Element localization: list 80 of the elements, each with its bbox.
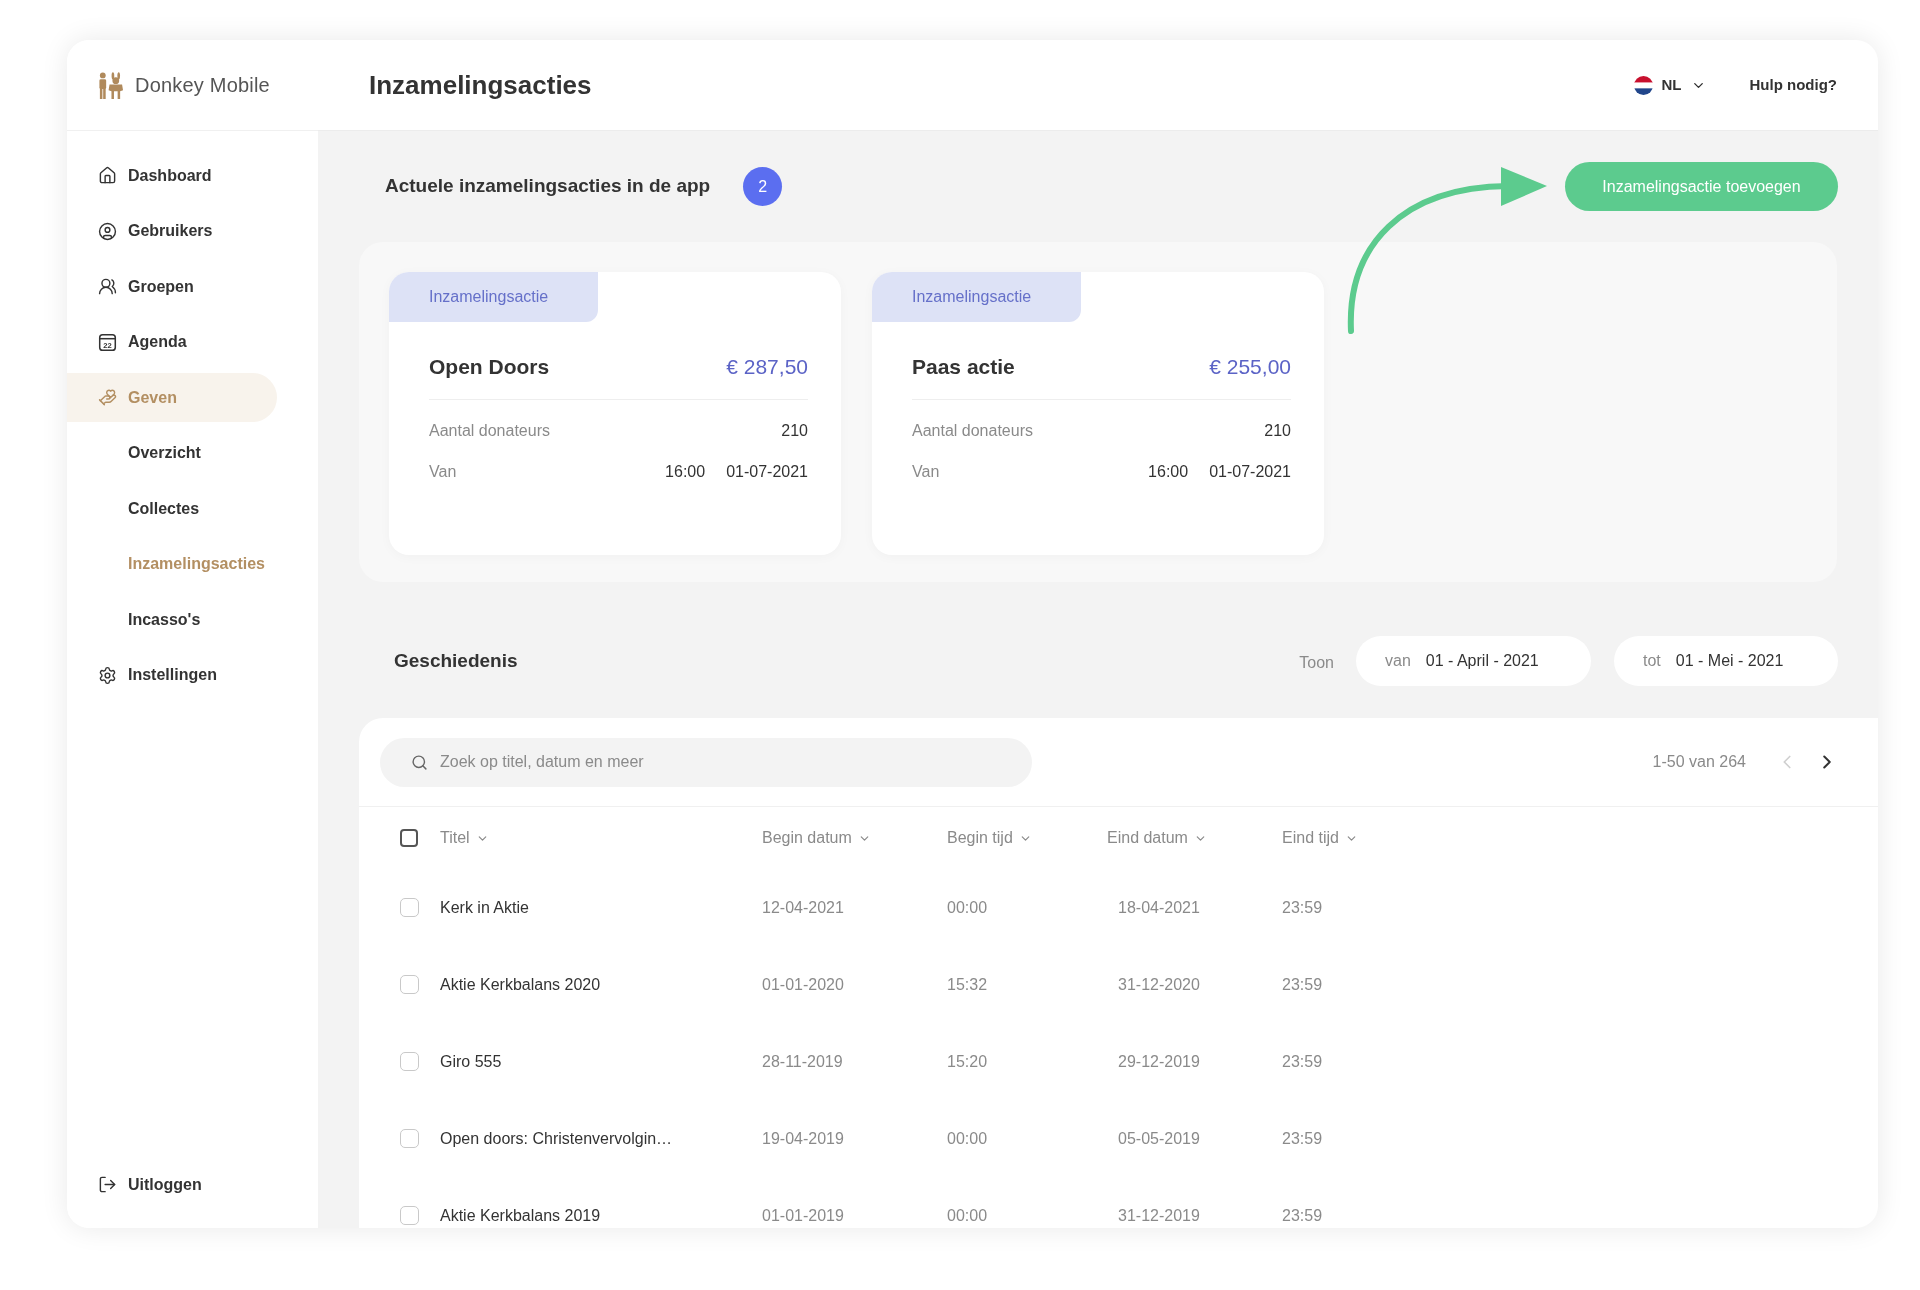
campaign-amount: € 287,50 [726,354,808,381]
table-cell: 23:59 [1282,898,1323,916]
column-header[interactable]: Titel [440,826,489,850]
table-cell: 15:32 [947,975,988,993]
flag-icon [1633,75,1653,95]
campaign-name: Paas actie [912,354,1015,381]
from-date: 01-07-2021 [1209,462,1291,482]
user-icon [98,221,117,241]
date-from-picker[interactable]: van 01 - April - 2021 [1356,636,1591,686]
table-cell: 12-04-2021 [762,898,844,916]
campaign-amount: € 255,00 [1209,354,1291,381]
donors-count: 210 [781,421,808,441]
donors-count: 210 [1264,421,1291,441]
logo-text: Donkey Mobile [135,73,270,98]
sidebar-item[interactable]: Groepen [67,262,277,311]
table-cell: 23:59 [1282,1052,1323,1070]
from-date: 01-07-2021 [726,462,808,482]
table-cell: 23:59 [1282,1206,1323,1224]
checkbox[interactable] [400,829,418,847]
table-cell: 29-12-2019 [1118,1052,1200,1070]
sidebar-subitem[interactable]: Incasso's [67,595,297,644]
table-cell: 00:00 [947,1206,988,1224]
from-label: Van [429,462,457,482]
logout-icon [98,1175,117,1194]
campaign-card[interactable]: Inzamelingsactie Open Doors € 287,50 Aantal donateurs 210 Van 16:00 01-07-2021 [389,272,841,555]
table-cell: Kerk in Aktie [440,898,529,916]
sidebar-item[interactable]: Dashboard [67,151,277,200]
pagination-range: 1-50 van 264 [1652,752,1746,772]
table-cell: Open doors: Christenvervolgin… [440,1129,673,1147]
hand-heart-icon [98,388,117,407]
column-header[interactable]: Begin datum [762,826,871,850]
count-badge: 2 [743,167,783,206]
help-link[interactable]: Hulp nodig? [1749,73,1837,97]
sidebar-item[interactable]: 22 Agenda [67,317,277,367]
campaign-tag: Inzamelingsactie [872,272,1081,322]
from-label: Van [912,462,940,482]
column-header[interactable]: Eind datum [1107,826,1207,850]
sidebar-item[interactable]: Gebruikers [67,206,277,256]
donors-label: Aantal donateurs [912,421,1033,441]
campaign-name: Open Doors [429,354,550,381]
campaign-card[interactable]: Inzamelingsactie Paas actie € 255,00 Aantal donateurs 210 Van 16:00 01-07-2021 [872,272,1324,555]
settings-icon [98,665,117,685]
table-cell: 28-11-2019 [762,1052,843,1070]
table-cell: 01-01-2020 [762,975,844,993]
logo-icon [97,71,124,99]
from-time: 16:00 [1148,462,1189,482]
from-time: 16:00 [665,462,706,482]
language-selector[interactable]: NL [1633,73,1706,97]
table-cell: Aktie Kerkbalans 2020 [440,975,601,993]
table-cell: 00:00 [947,1129,988,1147]
calendar-icon: 22 [98,332,117,352]
campaign-tag: Inzamelingsactie [389,272,598,322]
table-cell: 15:20 [947,1052,988,1070]
sidebar-subitem[interactable]: Overzicht [67,428,297,478]
column-header[interactable]: Begin tijd [947,826,1032,850]
section-title: Actuele inzamelingsacties in de app [385,174,711,199]
table-cell: 01-01-2019 [762,1206,844,1224]
history-title: Geschiedenis [394,648,518,673]
donors-label: Aantal donateurs [429,421,550,441]
group-icon [98,277,117,296]
table-cell: Giro 555 [440,1052,502,1070]
search-icon [411,753,428,771]
table-cell: 19-04-2019 [762,1129,844,1147]
table-cell: 31-12-2019 [1118,1206,1200,1224]
sidebar-item[interactable]: Instellingen [67,650,277,700]
table-cell: 31-12-2020 [1118,975,1200,993]
column-header[interactable]: Eind tijd [1282,826,1358,850]
table-cell: Aktie Kerkbalans 2019 [440,1206,601,1224]
table-cell: 00:00 [947,898,988,916]
logout-button[interactable]: Uitloggen [67,1160,277,1209]
show-label: Toon [1299,652,1334,673]
search-field[interactable]: Zoek op titel, datum en meer [380,737,1032,787]
sidebar-subitem[interactable]: Collectes [67,484,297,533]
page-title: Inzamelingsacties [369,68,592,102]
date-to-picker[interactable]: tot 01 - Mei - 2021 [1614,636,1838,686]
home-icon [98,166,117,185]
table-cell: 23:59 [1282,1129,1323,1147]
table-cell: 05-05-2019 [1118,1129,1200,1147]
table-cell: 18-04-2021 [1118,898,1200,916]
table-cell: 23:59 [1282,975,1323,993]
